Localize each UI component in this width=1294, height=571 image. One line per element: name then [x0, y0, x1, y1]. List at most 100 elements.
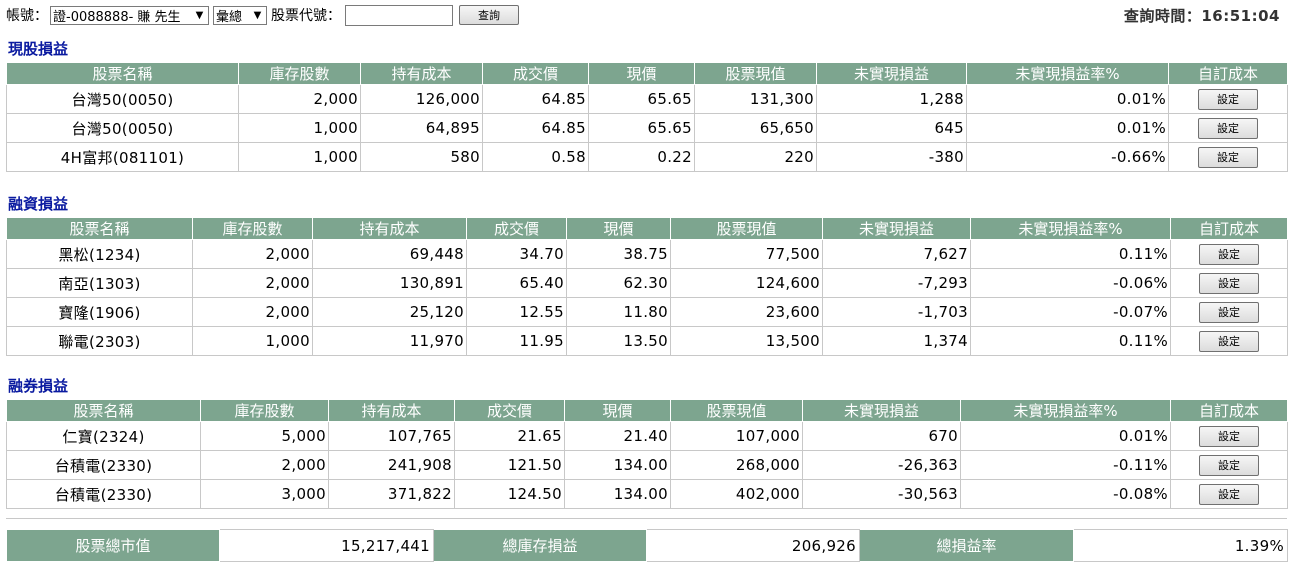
value-cell: 0.01%: [966, 84, 1169, 114]
value-cell: 34.70: [466, 239, 567, 269]
value-cell: 1,288: [816, 84, 967, 114]
short-pl-table: 股票名稱 庫存股數 持有成本 成交價 現價 股票現值 未實現損益 未實現損益率% 自訂成本 仁寶…: [6, 399, 1288, 509]
value-cell: 12.55: [466, 297, 567, 327]
value-cell: 38.75: [566, 239, 671, 269]
value-cell: 268,000: [670, 450, 803, 480]
table-row: 聯電(2303) 1,000 11,970 11.95 13.50 13,500 1,374…: [6, 326, 1288, 356]
value-cell: 3,000: [200, 479, 329, 509]
value-cell: 7,627: [822, 239, 971, 269]
value-cell: 77,500: [670, 239, 823, 269]
query-time-value: 16:51:04: [1201, 7, 1280, 25]
table-row: 台灣50(0050) 1,000 64,895 64.85 65.65 65,650 645…: [6, 113, 1288, 143]
value-cell: 2,000: [192, 239, 313, 269]
value-cell: -0.08%: [960, 479, 1171, 509]
table-header-row: 股票名稱 庫存股數 持有成本 成交價 現價 股票現值 未實現損益 未實現損益率% 自訂成本: [6, 399, 1288, 422]
column-header: 股票現值: [670, 399, 803, 422]
set-custom-cost-button[interactable]: 設定: [1199, 483, 1259, 505]
set-custom-cost-button[interactable]: 設定: [1199, 425, 1259, 447]
value-cell: 65,650: [694, 113, 817, 143]
value-cell: -7,293: [822, 268, 971, 298]
column-header: 未實現損益率%: [966, 62, 1169, 85]
value-cell: 2,000: [200, 450, 329, 480]
custom-cost-cell: 設定: [1170, 479, 1288, 509]
value-cell: 241,908: [328, 450, 455, 480]
value-cell: 371,822: [328, 479, 455, 509]
column-header: 自訂成本: [1170, 217, 1288, 240]
value-cell: 107,000: [670, 421, 803, 451]
column-header: 股票名稱: [6, 217, 193, 240]
custom-cost-cell: 設定: [1170, 297, 1288, 327]
table-row: 仁寶(2324) 5,000 107,765 21.65 21.40 107,000 670…: [6, 421, 1288, 451]
table-row: 台積電(2330) 3,000 371,822 124.50 134.00 402,000…: [6, 479, 1288, 509]
value-cell: 21.40: [564, 421, 671, 451]
column-header: 持有成本: [328, 399, 455, 422]
value-cell: 126,000: [360, 84, 483, 114]
value-cell: 11.95: [466, 326, 567, 356]
value-cell: 1,374: [822, 326, 971, 356]
value-cell: 65.65: [588, 84, 695, 114]
value-cell: 0.01%: [966, 113, 1169, 143]
mode-select-value: 彙總: [216, 9, 243, 25]
set-custom-cost-button[interactable]: 設定: [1199, 272, 1259, 294]
value-cell: 124.50: [454, 479, 565, 509]
set-custom-cost-button[interactable]: 設定: [1199, 301, 1259, 323]
set-custom-cost-button[interactable]: 設定: [1199, 454, 1259, 476]
column-header: 成交價: [454, 399, 565, 422]
stock-name-cell: 台灣50(0050): [6, 113, 239, 143]
stock-code-input[interactable]: [345, 4, 453, 26]
value-cell: -380: [816, 142, 967, 172]
value-cell: 64.85: [482, 113, 589, 143]
value-cell: 0.11%: [970, 239, 1171, 269]
column-header: 持有成本: [312, 217, 467, 240]
value-cell: 65.65: [588, 113, 695, 143]
column-header: 股票現值: [694, 62, 817, 85]
column-header: 現價: [566, 217, 671, 240]
column-header: 成交價: [482, 62, 589, 85]
section-title-margin: 融資損益: [8, 195, 69, 213]
value-cell: 2,000: [192, 297, 313, 327]
value-cell: 69,448: [312, 239, 467, 269]
value-cell: 130,891: [312, 268, 467, 298]
mode-select[interactable]: 彙總 ▼: [213, 5, 267, 25]
column-header: 自訂成本: [1168, 62, 1288, 85]
set-custom-cost-button[interactable]: 設定: [1199, 330, 1259, 352]
set-custom-cost-button[interactable]: 設定: [1198, 117, 1258, 139]
value-cell: 220: [694, 142, 817, 172]
column-header: 股票名稱: [6, 62, 239, 85]
total-rate: 1.39%: [1073, 529, 1288, 562]
value-cell: -30,563: [802, 479, 961, 509]
value-cell: 0.11%: [970, 326, 1171, 356]
custom-cost-cell: 設定: [1168, 113, 1288, 143]
custom-cost-cell: 設定: [1170, 450, 1288, 480]
value-cell: 670: [802, 421, 961, 451]
value-cell: 0.01%: [960, 421, 1171, 451]
table-row: 黑松(1234) 2,000 69,448 34.70 38.75 77,500 7,627…: [6, 239, 1288, 269]
section-title-cash: 現股損益: [8, 40, 69, 58]
value-cell: 64,895: [360, 113, 483, 143]
set-custom-cost-button[interactable]: 設定: [1198, 88, 1258, 110]
set-custom-cost-button[interactable]: 設定: [1199, 243, 1259, 265]
stock-name-cell: 台積電(2330): [6, 450, 201, 480]
query-time: 查詢時間：16:51:04: [1124, 5, 1280, 26]
value-cell: 124,600: [670, 268, 823, 298]
set-custom-cost-button[interactable]: 設定: [1198, 146, 1258, 168]
value-cell: 25,120: [312, 297, 467, 327]
account-select[interactable]: 證-0088888- 賺 先生 ▼: [50, 5, 209, 25]
stock-name-cell: 黑松(1234): [6, 239, 193, 269]
table-header-row: 股票名稱 庫存股數 持有成本 成交價 現價 股票現值 未實現損益 未實現損益率% 自訂成本: [6, 217, 1288, 240]
table-row: 寶隆(1906) 2,000 25,120 12.55 11.80 23,600 -1,70…: [6, 297, 1288, 327]
value-cell: 134.00: [564, 450, 671, 480]
column-header: 未實現損益: [822, 217, 971, 240]
value-cell: 11.80: [566, 297, 671, 327]
stock-name-cell: 南亞(1303): [6, 268, 193, 298]
value-cell: 13.50: [566, 326, 671, 356]
query-toolbar: 帳號： 證-0088888- 賺 先生 ▼ 彙總 ▼ 股票代號： 查詢: [6, 4, 519, 26]
value-cell: 13,500: [670, 326, 823, 356]
total-inventory-pl-label: 總庫存損益: [433, 529, 647, 562]
query-button[interactable]: 查詢: [459, 5, 519, 25]
value-cell: -26,363: [802, 450, 961, 480]
custom-cost-cell: 設定: [1170, 421, 1288, 451]
account-label: 帳號：: [6, 8, 48, 24]
column-header: 未實現損益: [802, 399, 961, 422]
total-rate-label: 總損益率: [859, 529, 1074, 562]
